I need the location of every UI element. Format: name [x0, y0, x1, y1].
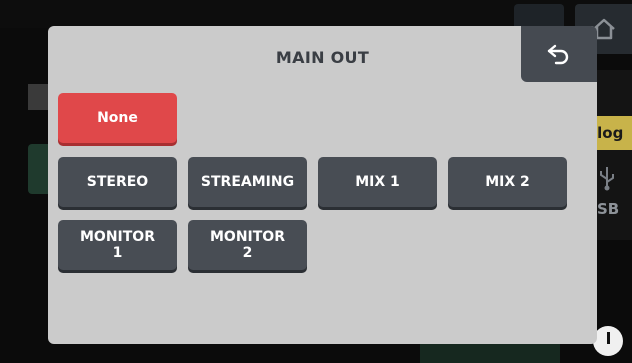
streaming-button-label: STREAMING	[200, 174, 295, 190]
analog-tab: alog	[591, 116, 632, 150]
usb-icon	[596, 165, 618, 196]
mix-2-button-label: MIX 2	[485, 174, 530, 190]
monitor-2-button[interactable]: MONITOR 2	[188, 220, 307, 270]
main-out-dialog: MAIN OUT None STEREO STREAMING MIX 1 MIX…	[48, 26, 597, 344]
monitor-1-button[interactable]: MONITOR 1	[58, 220, 177, 270]
none-button-label: None	[97, 110, 138, 126]
none-button[interactable]: None	[58, 93, 177, 143]
knob-icon	[593, 326, 623, 356]
mix-1-button-label: MIX 1	[355, 174, 400, 190]
stereo-button-label: STEREO	[86, 174, 149, 190]
background-bottom-bar	[420, 344, 560, 363]
usb-label: SB	[597, 200, 620, 218]
mix-1-button[interactable]: MIX 1	[318, 157, 437, 207]
dialog-title: MAIN OUT	[275, 48, 370, 67]
streaming-button[interactable]: STREAMING	[188, 157, 307, 207]
stereo-button[interactable]: STEREO	[58, 157, 177, 207]
monitor-1-button-label: MONITOR 1	[80, 229, 155, 261]
monitor-2-button-label: MONITOR 2	[210, 229, 285, 261]
return-arrow-icon	[547, 44, 569, 65]
return-button[interactable]	[521, 26, 597, 82]
mix-2-button[interactable]: MIX 2	[448, 157, 567, 207]
